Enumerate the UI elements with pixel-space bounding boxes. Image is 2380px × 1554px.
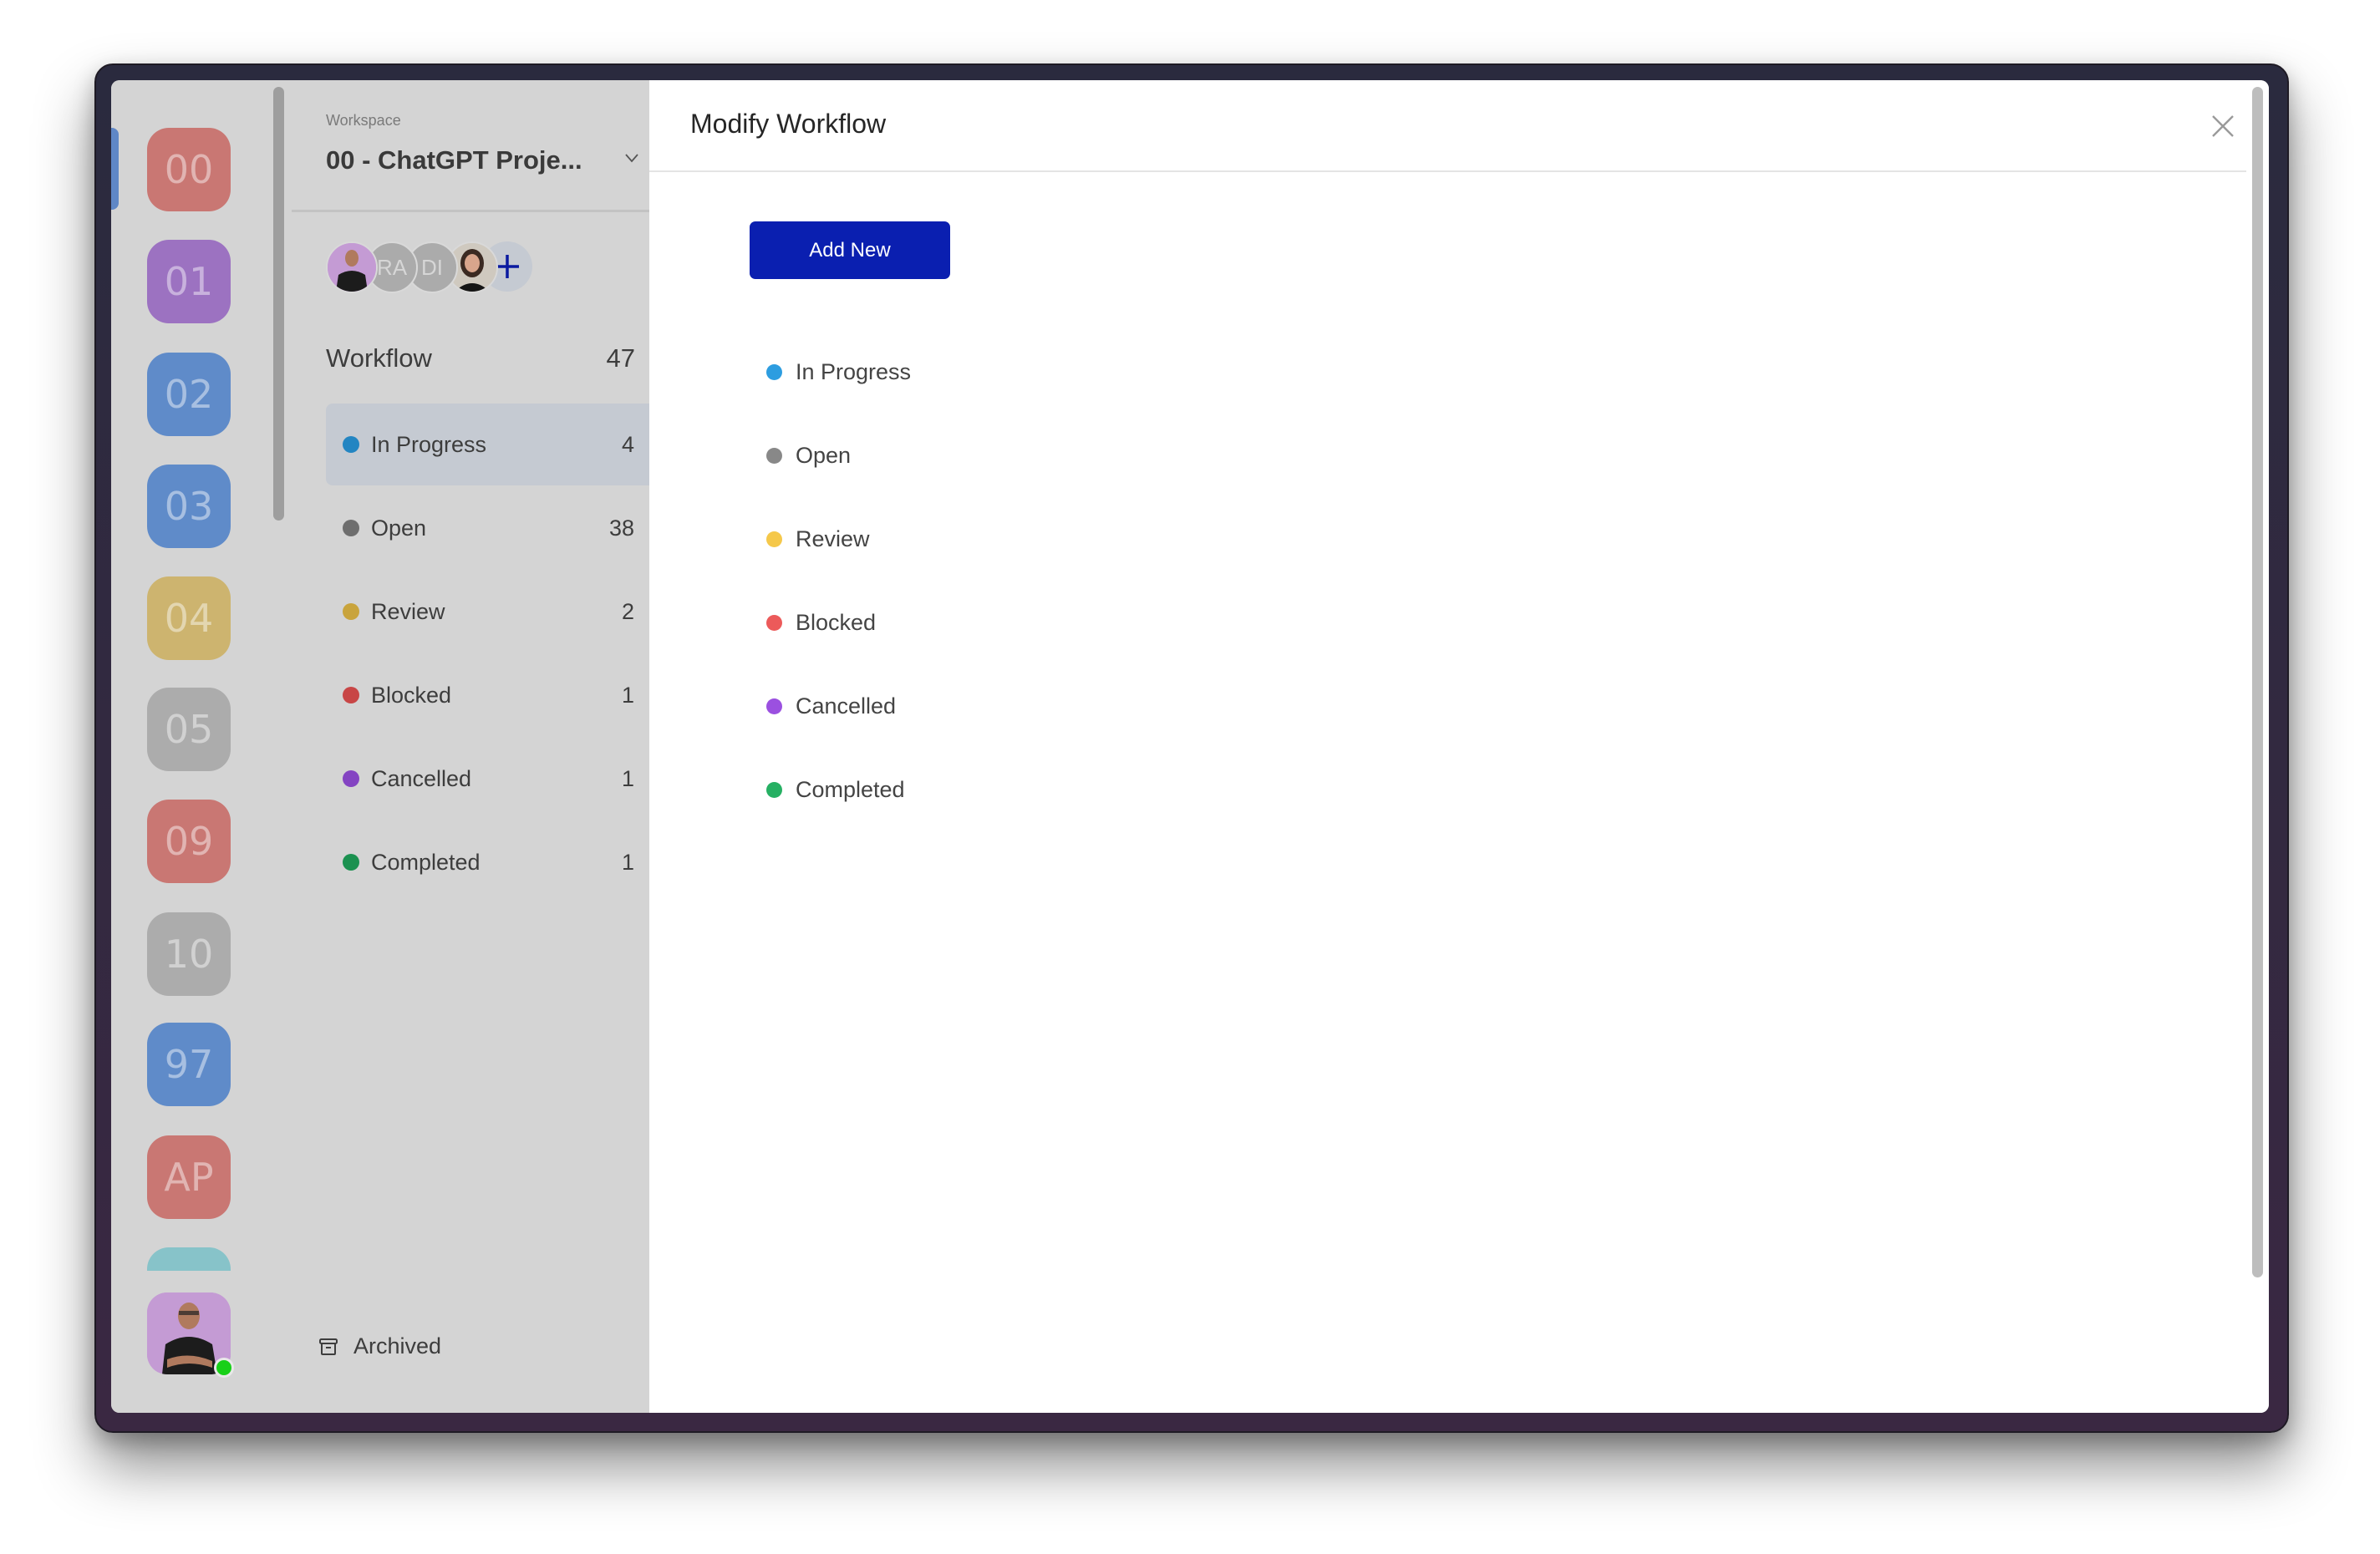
chevron-down-icon[interactable] <box>623 149 641 167</box>
workflow-status-item[interactable]: Open <box>766 439 851 472</box>
status-count: 2 <box>621 598 634 624</box>
sidebar-status-blocked[interactable]: Blocked 1 <box>326 654 649 736</box>
workspace-tile[interactable]: 10 <box>147 912 231 996</box>
workspace-tile[interactable]: AP <box>147 1135 231 1219</box>
status-dot-icon <box>343 854 359 871</box>
member-avatar-1[interactable] <box>326 241 378 293</box>
workflow-title: Workflow <box>326 343 432 373</box>
archive-icon <box>319 1338 338 1355</box>
workflow-header: Workflow 47 <box>326 343 635 373</box>
status-label: In Progress <box>796 358 912 384</box>
workspace-rail: 00 01 02 03 04 05 09 10 97 AP <box>111 80 293 1413</box>
status-label: Open <box>796 442 852 468</box>
member-initials: DI <box>421 254 443 280</box>
workspace-tile[interactable]: 02 <box>147 353 231 436</box>
status-dot-icon <box>343 520 359 536</box>
status-label: In Progress <box>371 431 487 457</box>
status-label: Cancelled <box>371 765 472 791</box>
selected-workspace-indicator <box>111 128 119 210</box>
sidebar-status-in-progress[interactable]: In Progress 4 <box>326 404 649 485</box>
divider <box>292 210 649 212</box>
user-photo-icon <box>328 243 376 292</box>
status-count: 1 <box>621 765 634 791</box>
workspace-tile-label: 04 <box>164 596 214 641</box>
workspace-tile-label: 00 <box>164 147 214 192</box>
status-count: 4 <box>621 431 634 457</box>
sidebar-status-open[interactable]: Open 38 <box>326 487 649 569</box>
add-new-button[interactable]: Add New <box>750 221 950 279</box>
status-dot-icon <box>343 687 359 703</box>
panel-title: Modify Workflow <box>690 109 887 139</box>
rail-scrollbar[interactable] <box>273 87 284 521</box>
workflow-status-item[interactable]: Completed <box>766 773 905 806</box>
status-dot-icon <box>343 603 359 620</box>
workspace-tile[interactable]: 01 <box>147 240 231 323</box>
current-user-avatar[interactable] <box>147 1292 234 1378</box>
archived-label: Archived <box>353 1333 442 1358</box>
status-count: 1 <box>621 849 634 875</box>
workflow-status-item[interactable]: Blocked <box>766 606 876 639</box>
workspace-tile-label: 02 <box>164 372 214 417</box>
status-dot-icon <box>766 698 782 714</box>
close-icon[interactable] <box>2210 114 2235 139</box>
workspace-tile-label: 05 <box>164 707 214 752</box>
sidebar-status-cancelled[interactable]: Cancelled 1 <box>326 738 649 820</box>
workspace-tile-label: AP <box>164 1155 214 1200</box>
workspace-tile[interactable]: 03 <box>147 465 231 548</box>
status-label: Review <box>371 598 445 624</box>
divider <box>649 170 2246 172</box>
workspace-selector[interactable]: 00 - ChatGPT Proje... <box>326 145 582 175</box>
member-initials: RA <box>376 254 408 280</box>
sidebar-status-completed[interactable]: Completed 1 <box>326 821 649 903</box>
online-status-indicator <box>214 1358 234 1378</box>
workspace-tile[interactable]: 00 <box>147 128 231 211</box>
workspace-tile-label: 97 <box>164 1042 214 1087</box>
workspace-sidebar: Workspace 00 - ChatGPT Proje... RA DI Wo… <box>292 80 830 1413</box>
sidebar-status-review[interactable]: Review 2 <box>326 571 649 653</box>
workspace-tile[interactable] <box>147 1247 231 1271</box>
workspace-tile[interactable]: 97 <box>147 1023 231 1106</box>
workflow-total: 47 <box>606 343 635 373</box>
status-dot-icon <box>343 436 359 453</box>
status-count: 38 <box>608 515 634 541</box>
workspace-label: Workspace <box>326 112 401 129</box>
workspace-tile[interactable]: 05 <box>147 688 231 771</box>
status-dot-icon <box>766 447 782 464</box>
status-dot-icon <box>766 531 782 547</box>
status-label: Completed <box>371 849 481 875</box>
status-dot-icon <box>343 770 359 787</box>
workflow-status-item[interactable]: Review <box>766 522 870 556</box>
status-label: Open <box>371 515 427 541</box>
workflow-status-item[interactable]: Cancelled <box>766 689 896 723</box>
panel-scrollbar[interactable] <box>2252 87 2263 1277</box>
workspace-tile-label: 01 <box>164 259 214 304</box>
workspace-tile-label: 10 <box>164 932 214 977</box>
workspace-tile-label: 09 <box>164 819 214 864</box>
status-dot-icon <box>766 781 782 798</box>
app-window: 00 01 02 03 04 05 09 10 97 AP Workspace 00 - Chat… <box>111 80 2269 1413</box>
status-label: Completed <box>796 776 905 802</box>
status-label: Blocked <box>796 609 877 635</box>
status-label: Blocked <box>371 682 452 708</box>
workflow-status-item[interactable]: In Progress <box>766 355 911 388</box>
workspace-tile[interactable]: 04 <box>147 576 231 660</box>
status-dot-icon <box>766 363 782 380</box>
status-dot-icon <box>766 614 782 631</box>
modify-workflow-panel: Modify Workflow Add New In Progress Open R… <box>649 80 2269 1413</box>
workspace-tile-label: 03 <box>164 484 214 529</box>
status-count: 1 <box>621 682 634 708</box>
status-label: Review <box>796 526 870 551</box>
status-label: Cancelled <box>796 693 897 719</box>
workspace-tile[interactable]: 09 <box>147 800 231 883</box>
archived-link[interactable]: Archived <box>318 1333 441 1359</box>
